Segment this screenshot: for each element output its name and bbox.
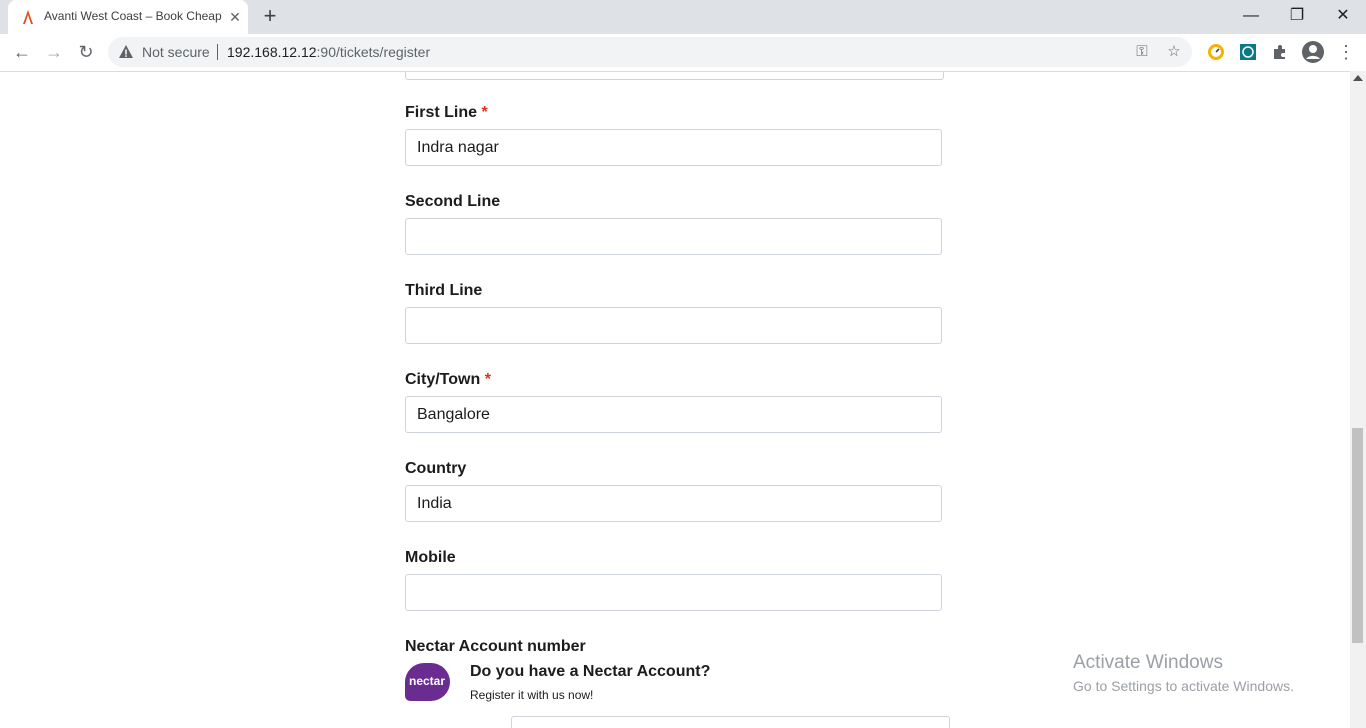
tab-strip: Avanti West Coast – Book Cheap ✕ + — ❐ ✕ [0, 0, 1366, 34]
security-label[interactable]: Not secure [142, 44, 210, 60]
star-icon[interactable]: ☆ [1164, 42, 1184, 62]
back-arrow-icon[interactable]: ← [10, 40, 34, 64]
tab-title: Avanti West Coast – Book Cheap [44, 9, 222, 23]
country-input[interactable]: India [405, 485, 942, 522]
browser-tab[interactable]: Avanti West Coast – Book Cheap ✕ [8, 0, 248, 34]
divider [217, 44, 218, 60]
url-path: :90/tickets/register [316, 44, 431, 60]
watermark-subtitle: Go to Settings to activate Windows. [1073, 678, 1294, 694]
nectar-label: Nectar Account number [405, 638, 586, 655]
menu-kebab-icon[interactable]: ⋮ [1334, 40, 1358, 64]
minimize-button[interactable]: — [1236, 4, 1266, 28]
extensions-puzzle-icon[interactable] [1270, 42, 1290, 62]
nectar-account-input[interactable] [511, 716, 950, 728]
second-line-label: Second Line [405, 193, 501, 210]
avanti-logo-icon [23, 10, 33, 24]
nectar-title: Do you have a Nectar Account? [470, 663, 711, 680]
city-label-text: City/Town [405, 371, 481, 388]
watermark-title: Activate Windows [1073, 652, 1223, 673]
required-marker: * [484, 371, 491, 388]
first-line-label-text: First Line [405, 104, 478, 121]
nectar-logo: nectar [405, 663, 450, 701]
nectar-logo-text: nectar [409, 674, 446, 688]
url-host: 192.168.12.12 [227, 44, 317, 60]
first-line-input[interactable]: Indra nagar [405, 129, 942, 166]
city-value: Bangalore [417, 406, 490, 423]
nectar-subtitle: Register it with us now! [470, 688, 594, 702]
third-line-label: Third Line [405, 282, 483, 299]
address-bar[interactable]: Not secure 192.168.12.12:90/tickets/regi… [108, 37, 1192, 67]
previous-field-input[interactable] [405, 71, 944, 80]
mobile-label: Mobile [405, 549, 456, 566]
first-line-label: First Line * [405, 104, 488, 122]
city-label: City/Town * [405, 371, 491, 389]
url-text[interactable]: 192.168.12.12:90/tickets/register [227, 44, 430, 60]
mobile-input[interactable] [405, 574, 942, 611]
third-line-input[interactable] [405, 307, 942, 344]
forward-arrow-icon[interactable]: → [42, 40, 66, 64]
windows-activation-watermark: Activate Windows Go to Settings to activ… [1073, 652, 1294, 694]
browser-toolbar: ← → ↻ Not secure 192.168.12.12:90/ticket… [0, 34, 1366, 72]
scroll-thumb[interactable] [1352, 428, 1363, 643]
tab-close-icon[interactable]: ✕ [226, 8, 244, 26]
first-line-value: Indra nagar [417, 139, 499, 156]
vertical-scrollbar[interactable] [1350, 71, 1366, 728]
profile-avatar-icon[interactable] [1301, 40, 1325, 64]
city-input[interactable]: Bangalore [405, 396, 942, 433]
country-value: India [417, 495, 452, 512]
reload-icon[interactable]: ↻ [74, 40, 98, 64]
restore-button[interactable]: ❐ [1282, 4, 1312, 28]
page-content: First Line * Indra nagar Second Line Thi… [0, 71, 1350, 728]
new-tab-button[interactable]: + [258, 5, 282, 29]
second-line-input[interactable] [405, 218, 942, 255]
required-marker: * [481, 104, 488, 121]
warning-icon [119, 45, 133, 58]
gauge-extension-icon[interactable] [1206, 42, 1226, 62]
country-label: Country [405, 460, 467, 477]
key-icon[interactable]: ⚿ [1132, 42, 1152, 62]
scroll-up-arrow-icon[interactable] [1353, 75, 1363, 81]
teal-extension-icon[interactable] [1238, 42, 1258, 62]
close-window-button[interactable]: ✕ [1328, 4, 1358, 28]
